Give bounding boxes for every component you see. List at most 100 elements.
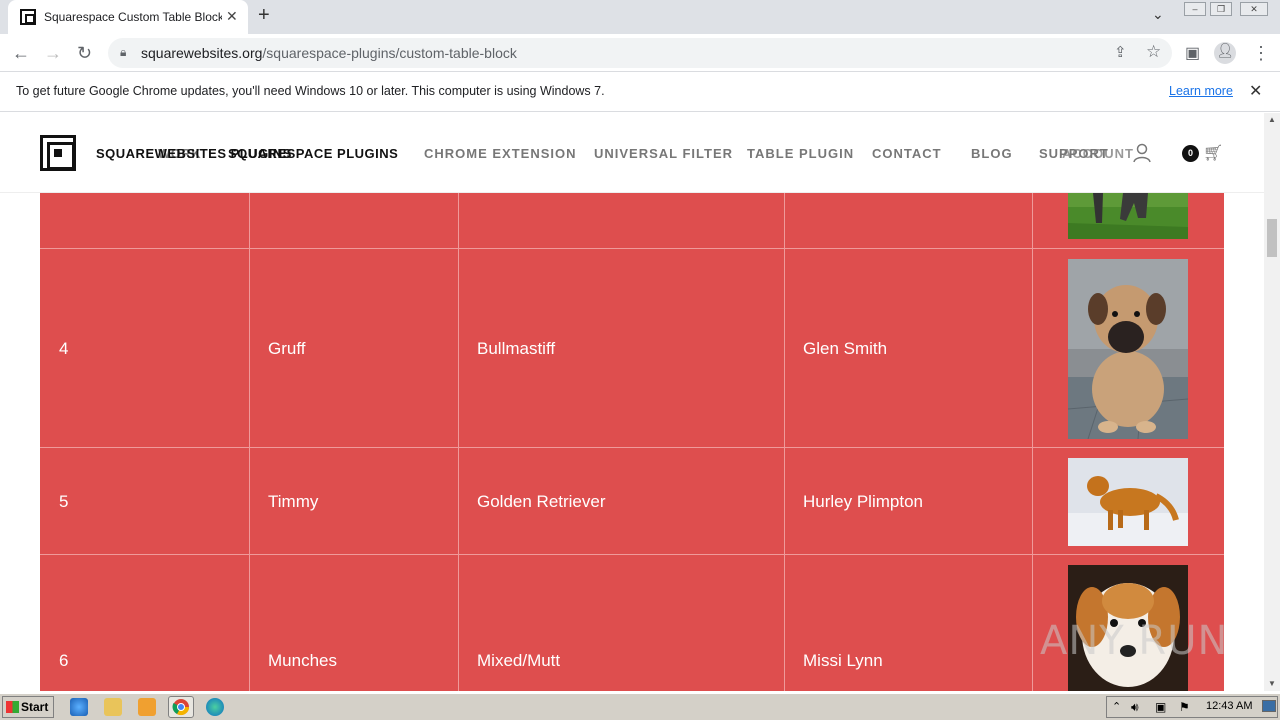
nav-chrome-extension[interactable]: CHROME EXTENSION bbox=[424, 146, 577, 161]
nav-table-plugin[interactable]: TABLE PLUGIN bbox=[747, 146, 854, 161]
cell-number: 4 bbox=[59, 339, 69, 358]
action-center-flag-icon[interactable]: ⚑ bbox=[1179, 700, 1190, 714]
url-text[interactable]: squarewebsites.org/squarespace-plugins/c… bbox=[141, 45, 517, 61]
table-cell bbox=[1033, 193, 1224, 248]
site-header: SQUAREWEBSITES PLUGINS WORK SQUARESPACE … bbox=[0, 113, 1264, 193]
scroll-up-arrow-icon[interactable]: ▲ bbox=[1268, 115, 1276, 124]
cell-dog-name: Timmy bbox=[268, 492, 319, 511]
edge-icon[interactable] bbox=[206, 698, 224, 716]
minimize-icon[interactable]: – bbox=[1184, 2, 1206, 16]
account-user-icon[interactable] bbox=[1132, 143, 1152, 163]
volume-icon[interactable]: 🔊︎ bbox=[1131, 700, 1139, 715]
anyrun-watermark: ANY RUN bbox=[1040, 618, 1229, 664]
tab-search-chevron-icon[interactable]: ⌄ bbox=[1152, 6, 1164, 23]
tab-close-icon[interactable]: ✕ bbox=[226, 8, 238, 25]
chrome-icon bbox=[172, 699, 190, 716]
table-cell: 4 bbox=[40, 249, 250, 447]
cell-breed: Golden Retriever bbox=[477, 492, 606, 511]
lock-icon[interactable]: 🔒︎ bbox=[120, 45, 126, 60]
taskbar-clock[interactable]: 12:43 AM bbox=[1206, 700, 1252, 712]
table-cell: Missi Lynn bbox=[785, 555, 1033, 691]
address-bar[interactable]: 🔒︎ squarewebsites.org/squarespace-plugin… bbox=[108, 38, 1172, 68]
windows-taskbar: Start ⌃ 🔊︎ ▣ ⚑ 12:43 AM bbox=[0, 693, 1280, 720]
back-arrow-icon[interactable]: ← bbox=[12, 43, 30, 64]
table-cell: Mixed/Mutt bbox=[459, 555, 785, 691]
update-infobar: To get future Google Chrome updates, you… bbox=[0, 72, 1280, 112]
nav-universal-filter[interactable]: UNIVERSAL FILTER bbox=[594, 146, 733, 161]
page-scrollbar[interactable]: ▲ ▼ bbox=[1264, 113, 1280, 691]
golden-retriever-photo bbox=[1068, 458, 1188, 546]
media-player-icon[interactable] bbox=[138, 698, 156, 716]
network-icon[interactable]: ▣ bbox=[1155, 700, 1166, 714]
nav-blog[interactable]: BLOG bbox=[971, 146, 1013, 161]
bookmark-star-icon[interactable]: ☆ bbox=[1146, 42, 1161, 62]
windows-flag-icon bbox=[6, 701, 19, 713]
restore-icon[interactable]: ❐ bbox=[1210, 2, 1232, 16]
cell-owner: Hurley Plimpton bbox=[803, 492, 923, 511]
table-cell bbox=[40, 193, 250, 248]
browser-tab-bar: Squarespace Custom Table Block Plu ✕ + ⌄… bbox=[0, 0, 1280, 34]
table-cell: Glen Smith bbox=[785, 249, 1033, 447]
table-cell: Hurley Plimpton bbox=[785, 448, 1033, 554]
share-icon[interactable]: ⇪ bbox=[1114, 43, 1127, 61]
learn-more-link[interactable]: Learn more bbox=[1169, 84, 1233, 98]
dog-table: 4 Gruff Bullmastiff Glen Smith 5 Timmy G… bbox=[40, 193, 1224, 691]
table-cell bbox=[1033, 249, 1224, 447]
reload-icon[interactable]: ↻ bbox=[77, 43, 92, 64]
profile-avatar-icon[interactable]: 👤︎ bbox=[1214, 42, 1236, 64]
side-panel-icon[interactable]: ▣ bbox=[1185, 43, 1200, 63]
file-explorer-icon[interactable] bbox=[104, 698, 122, 716]
table-cell: Timmy bbox=[250, 448, 459, 554]
show-desktop-icon[interactable] bbox=[1262, 700, 1276, 712]
table-cell: 6 bbox=[40, 555, 250, 691]
site-favicon-icon bbox=[20, 9, 36, 25]
infobar-message: To get future Google Chrome updates, you… bbox=[16, 84, 605, 98]
window-close-icon[interactable]: ✕ bbox=[1240, 2, 1268, 16]
table-row: 5 Timmy Golden Retriever Hurley Plimpton bbox=[40, 448, 1224, 555]
table-cell bbox=[1033, 448, 1224, 554]
cell-owner: Missi Lynn bbox=[803, 651, 883, 670]
site-logo-icon[interactable] bbox=[40, 135, 76, 171]
table-cell: Bullmastiff bbox=[459, 249, 785, 447]
browser-tab[interactable]: Squarespace Custom Table Block Plu ✕ bbox=[8, 0, 248, 34]
cell-number: 6 bbox=[59, 651, 69, 670]
table-cell: 5 bbox=[40, 448, 250, 554]
table-cell bbox=[459, 193, 785, 248]
cart-count-badge[interactable]: 0 bbox=[1182, 145, 1199, 162]
browser-toolbar: ← → ↻ 🔒︎ squarewebsites.org/squarespace-… bbox=[0, 34, 1280, 72]
cell-breed: Mixed/Mutt bbox=[477, 651, 561, 670]
infobar-close-icon[interactable]: ✕ bbox=[1249, 81, 1262, 101]
dog-photo-partial bbox=[1068, 193, 1188, 239]
nav-contact[interactable]: CONTACT bbox=[872, 146, 942, 161]
table-row bbox=[40, 193, 1224, 249]
url-host: squarewebsites.org bbox=[141, 45, 263, 61]
cart-icon[interactable]: 🛒︎ bbox=[1203, 143, 1223, 163]
cell-number: 5 bbox=[59, 492, 69, 511]
table-cell: Gruff bbox=[250, 249, 459, 447]
cell-breed: Bullmastiff bbox=[477, 339, 556, 358]
nav-account[interactable]: ACCOUNT bbox=[1062, 146, 1134, 161]
chrome-menu-icon[interactable]: ⋮ bbox=[1252, 43, 1270, 64]
table-cell: Golden Retriever bbox=[459, 448, 785, 554]
web-page: SQUAREWEBSITES PLUGINS WORK SQUARESPACE … bbox=[0, 113, 1264, 691]
bullmastiff-puppy-photo bbox=[1068, 259, 1188, 439]
url-path: /squarespace-plugins/custom-table-block bbox=[262, 45, 517, 61]
table-row: 4 Gruff Bullmastiff Glen Smith bbox=[40, 249, 1224, 448]
forward-arrow-icon[interactable]: → bbox=[44, 43, 62, 64]
new-tab-icon[interactable]: + bbox=[258, 4, 270, 27]
nav-work[interactable]: WORK bbox=[158, 146, 201, 161]
nav-squarespace-plugins[interactable]: SQUARESPACE PLUGINS bbox=[228, 146, 398, 161]
chrome-taskbar-button[interactable] bbox=[168, 696, 194, 718]
tray-expand-icon[interactable]: ⌃ bbox=[1112, 700, 1121, 713]
table-cell: Munches bbox=[250, 555, 459, 691]
scrollbar-thumb[interactable] bbox=[1267, 219, 1277, 257]
start-button[interactable]: Start bbox=[2, 696, 54, 718]
internet-explorer-icon[interactable] bbox=[70, 698, 88, 716]
scroll-down-arrow-icon[interactable]: ▼ bbox=[1268, 679, 1276, 688]
table-cell bbox=[250, 193, 459, 248]
cell-dog-name: Gruff bbox=[268, 339, 306, 358]
cell-owner: Glen Smith bbox=[803, 339, 888, 358]
table-cell bbox=[785, 193, 1033, 248]
cell-dog-name: Munches bbox=[268, 651, 337, 670]
start-label: Start bbox=[21, 700, 49, 714]
